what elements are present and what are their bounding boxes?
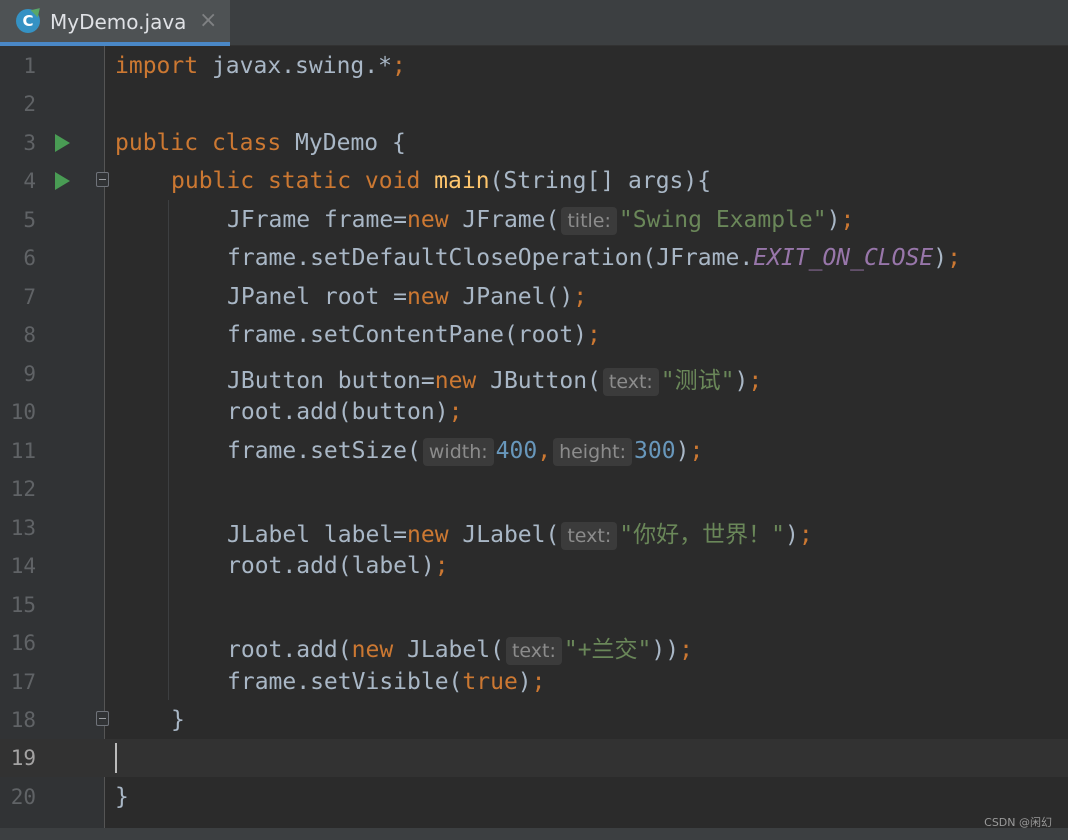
line-number: 20 <box>10 785 36 809</box>
code-line-7: 7 JPanel root =new JPanel(); <box>0 278 1068 316</box>
parameter-hint: title: <box>561 207 617 235</box>
code-text: JFrame frame=new JFrame(title: "Swing Exa… <box>227 207 855 235</box>
run-icon[interactable] <box>55 172 70 190</box>
line-number: 10 <box>10 400 36 424</box>
code-text: frame.setContentPane(root); <box>227 322 601 348</box>
code-line-4: 4 public static void main(String[] args)… <box>0 162 1068 200</box>
code-line-15: 15 <box>0 586 1068 624</box>
fold-icon[interactable] <box>96 711 109 726</box>
parameter-hint: text: <box>505 637 562 665</box>
line-number: 11 <box>10 439 36 463</box>
line-number: 7 <box>23 285 36 309</box>
code-line-10: 10 root.add(button); <box>0 393 1068 431</box>
line-number: 3 <box>23 131 36 155</box>
line-number: 12 <box>10 477 36 501</box>
code-text: public static void main(String[] args){ <box>171 168 712 194</box>
line-number: 4 <box>23 169 36 193</box>
close-icon[interactable]: × <box>199 8 217 33</box>
parameter-hint: text: <box>602 368 659 396</box>
line-number: 2 <box>23 92 36 116</box>
code-text: root.add(new JLabel(text: "+兰交")); <box>227 637 693 665</box>
code-text: JButton button=new JButton(text: "测试"); <box>227 368 763 396</box>
code-line-11: 11 frame.setSize(width: 400, height: 300); <box>0 432 1068 470</box>
parameter-hint: text: <box>561 522 618 550</box>
code-line-16: 16 root.add(new JLabel(text: "+兰交")); <box>0 624 1068 665</box>
code-line-13: 13 JLabel label=new JLabel(text: "你好，世界！"… <box>0 509 1068 550</box>
line-number: 19 <box>10 746 36 770</box>
code-line-19[interactable]: 19 <box>0 739 1068 777</box>
java-class-icon: C <box>16 4 44 33</box>
line-number: 17 <box>10 670 36 694</box>
code-line-3: 3 public class MyDemo { <box>0 124 1068 162</box>
code-line-2: 2 <box>0 85 1068 123</box>
code-text: public class MyDemo { <box>115 130 406 156</box>
code-line-12: 12 <box>0 470 1068 508</box>
code-text: frame.setVisible(true); <box>227 669 546 695</box>
code-text: frame.setSize(width: 400, height: 300); <box>227 438 704 466</box>
tab-filename: MyDemo.java <box>50 10 187 34</box>
code-line-6: 6 frame.setDefaultCloseOperation(JFrame.… <box>0 239 1068 277</box>
parameter-hint: height: <box>553 438 633 466</box>
code-text: root.add(label); <box>227 553 449 579</box>
code-text: frame.setDefaultCloseOperation(JFrame.EX… <box>227 245 961 271</box>
line-number: 16 <box>10 631 36 655</box>
watermark: CSDN @闲幻 <box>984 816 1052 829</box>
run-icon[interactable] <box>55 134 70 152</box>
line-number: 8 <box>23 323 36 347</box>
file-tab-mydemo[interactable]: C MyDemo.java × <box>0 0 230 46</box>
line-number: 9 <box>23 362 36 386</box>
editor-tab-bar: C MyDemo.java × <box>0 0 1068 46</box>
code-text: import javax.swing.*; <box>115 53 406 79</box>
line-number: 14 <box>10 554 36 578</box>
text-caret <box>115 743 117 773</box>
line-number: 6 <box>23 246 36 270</box>
bottom-edge <box>0 828 1068 840</box>
line-number: 1 <box>23 54 36 78</box>
code-editor[interactable]: 1 import javax.swing.*; 2 3 public class… <box>0 46 1068 840</box>
code-text: JPanel root =new JPanel(); <box>227 284 588 310</box>
line-number: 13 <box>10 516 36 540</box>
line-number: 5 <box>23 208 36 232</box>
code-text: } <box>115 784 129 810</box>
line-number: 15 <box>10 593 36 617</box>
code-text: } <box>171 707 185 733</box>
code-line-17: 17 frame.setVisible(true); <box>0 663 1068 701</box>
code-line-1: 1 import javax.swing.*; <box>0 47 1068 85</box>
code-line-5: 5 JFrame frame=new JFrame(title: "Swing E… <box>0 201 1068 239</box>
code-line-20: 20 } <box>0 778 1068 816</box>
code-line-14: 14 root.add(label); <box>0 547 1068 585</box>
fold-icon[interactable] <box>96 172 109 187</box>
line-number: 18 <box>10 708 36 732</box>
code-text: JLabel label=new JLabel(text: "你好，世界！"); <box>227 522 813 550</box>
code-text: root.add(button); <box>227 399 463 425</box>
code-line-18: 18 } <box>0 701 1068 739</box>
parameter-hint: width: <box>422 438 494 466</box>
code-line-9: 9 JButton button=new JButton(text: "测试"); <box>0 355 1068 396</box>
code-line-8: 8 frame.setContentPane(root); <box>0 316 1068 354</box>
